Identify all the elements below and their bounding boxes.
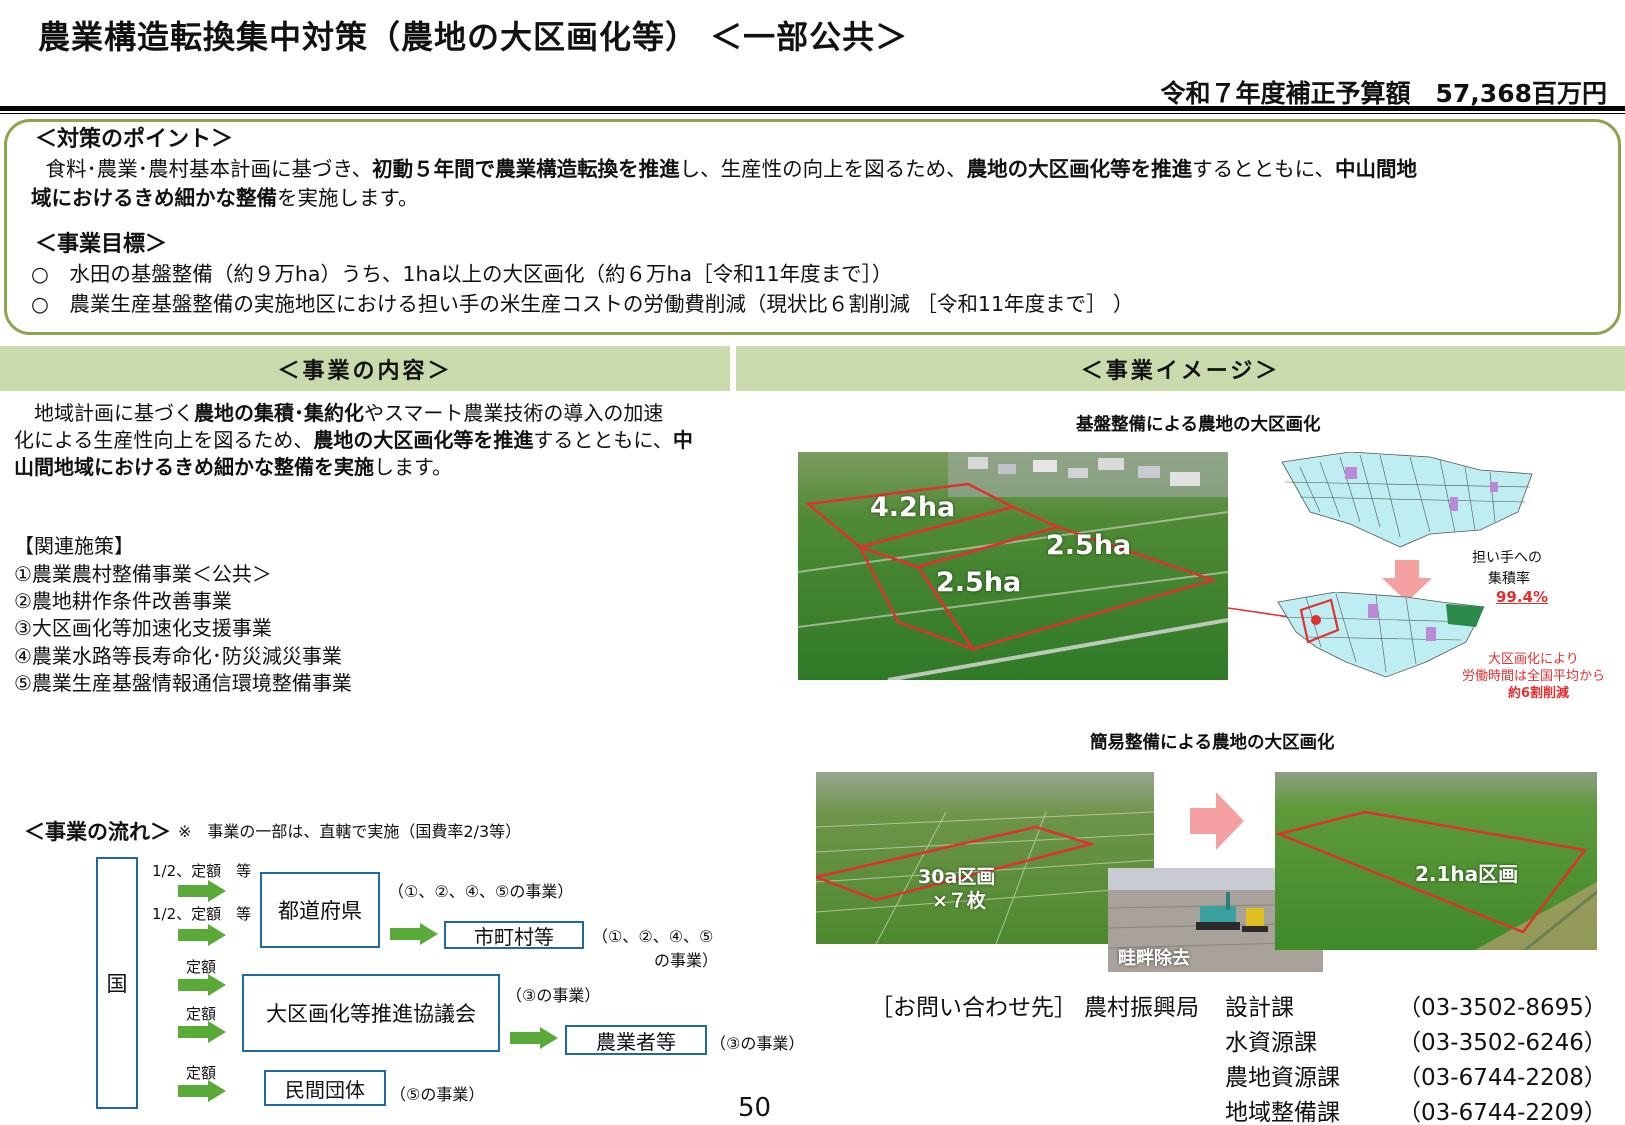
flow-municipality: 市町村等	[444, 921, 584, 949]
flow-farmers: 農業者等	[565, 1025, 707, 1055]
arrow-right-icon	[178, 974, 228, 996]
goal-item-1: ○ 水田の基盤整備（約９万ha）うち、1ha以上の大区画化（約６万ha［令和11…	[31, 262, 893, 286]
aerial-photo-after: 2.1ha区画	[1275, 772, 1597, 950]
text-run-bold: 中山間地	[1334, 157, 1417, 181]
field-label: 30a区画	[918, 866, 996, 888]
land-map-before-graphic	[1281, 452, 1533, 548]
contact-tel: （03-6744-2209）	[1398, 1100, 1607, 1125]
content-line-3: 山間地域におけるきめ細かな整備を実施します。	[14, 455, 452, 479]
text-run-bold: 農地の大区画化等を推進	[966, 157, 1193, 181]
field-label: 2.1ha区画	[1415, 862, 1519, 886]
text-run-bold: 農地の集積･集約化	[194, 401, 364, 425]
budget-amount: 令和７年度補正予算額 57,368百万円	[1160, 79, 1607, 108]
text-run-bold: 域におけるきめ細かな整備	[31, 186, 277, 210]
text-run: 化による生産性向上を図るため、	[14, 428, 314, 452]
related-item: ②農地耕作条件改善事業	[14, 589, 232, 613]
field-label: 2.5ha	[1046, 530, 1132, 561]
land-map-after-graphic	[1277, 592, 1485, 678]
flow-rate: 1/2、定額 等	[152, 905, 252, 923]
text-run: するとともに、	[533, 428, 673, 452]
contact-bureau: 農村振興局	[1084, 995, 1199, 1021]
points-line-2: 域におけるきめ細かな整備を実施します。	[31, 186, 418, 211]
related-item: ①農業農村整備事業＜公共＞	[14, 562, 272, 586]
field-label: 畦畔除去	[1118, 948, 1190, 969]
page-title: 農業構造転換集中対策（農地の大区画化等） ＜一部公共＞	[38, 18, 909, 56]
related-heading: 【関連施策】	[14, 534, 134, 558]
land-map-after	[1276, 592, 1486, 684]
contact-dept: 地域整備課	[1225, 1100, 1340, 1125]
contact-tel: （03-3502-6246）	[1398, 1030, 1607, 1056]
image-caption-1: 基盤整備による農地の大区画化	[1076, 415, 1321, 435]
text-run-bold: 山間地域におけるきめ細かな整備を実施	[14, 455, 374, 479]
content-line-2: 化による生産性向上を図るため、農地の大区画化等を推進するとともに、中	[14, 428, 693, 452]
land-map-before	[1280, 452, 1535, 552]
field-label: 4.2ha	[870, 492, 956, 523]
aerial-photo-before: 30a区画 ×７枚	[816, 772, 1154, 944]
flow-prefecture: 都道府県	[260, 872, 380, 948]
contact-dept: 農地資源課	[1225, 1065, 1340, 1091]
aerial-photo-before-graphic	[816, 772, 1154, 944]
text-run-bold: 初動５年間で農業構造転換を推進	[372, 157, 680, 181]
image-caption-2: 簡易整備による農地の大区画化	[1090, 733, 1335, 753]
arrow-right-icon	[390, 923, 440, 945]
header-rule-thin	[0, 113, 1625, 114]
flow-heading: ＜事業の流れ＞	[24, 820, 171, 844]
flow-private-note: （⑤の事業）	[390, 1085, 485, 1104]
concentration-label: 担い手への	[1472, 550, 1542, 566]
points-heading: ＜対策のポイント＞	[35, 127, 234, 152]
field-label: 2.5ha	[936, 567, 1022, 598]
goal-item-2: ○ 農業生産基盤整備の実施地区における担い手の米生産コストの労働費削減（現状比６…	[31, 292, 1134, 316]
flow-council-note: （③の事業）	[506, 986, 601, 1005]
concentration-value: 99.4%	[1496, 588, 1549, 606]
text-run: 食料･農業･農村基本計画に基づき、	[25, 157, 373, 181]
arrow-right-icon	[1190, 792, 1244, 850]
text-run-bold: 農地の大区画化等を推進	[313, 428, 534, 452]
text-run-bold: 中	[672, 428, 693, 452]
text-run: し、生産性の向上を図るため、	[679, 157, 967, 181]
contact-tel: （03-3502-8695）	[1398, 995, 1607, 1021]
header-rule	[0, 106, 1625, 111]
arrow-right-icon	[510, 1027, 560, 1049]
contact-tel: （03-6744-2208）	[1398, 1065, 1607, 1091]
image-section-title: ＜事業イメージ＞	[736, 346, 1625, 391]
text-run: 地域計画に基づく	[14, 401, 194, 425]
page-number: 50	[738, 1093, 772, 1123]
flow-note: ※ 事業の一部は、直轄で実施（国費率2/3等）	[178, 822, 522, 841]
flow-prefecture-note: （①、②、④、⑤の事業）	[388, 882, 574, 901]
contact-label: ［お問い合わせ先］	[870, 995, 1077, 1021]
arrow-right-icon	[178, 1021, 228, 1043]
content-section-title: ＜事業の内容＞	[0, 346, 730, 391]
arrow-right-icon	[178, 924, 228, 946]
text-run: します。	[374, 455, 452, 479]
contact-dept: 水資源課	[1225, 1030, 1317, 1056]
flow-municipality-note: （①、②、④、⑤	[592, 927, 714, 946]
contact-dept: 設計課	[1225, 995, 1294, 1021]
content-line-1: 地域計画に基づく農地の集積･集約化やスマート農業技術の導入の加速	[14, 401, 663, 425]
flow-farmers-note: （③の事業）	[710, 1034, 805, 1053]
text-run: を実施します。	[277, 186, 419, 210]
related-item: ⑤農業生産基盤情報通信環境整備事業	[14, 671, 352, 695]
arrow-right-icon	[178, 1080, 228, 1102]
text-run: するとともに、	[1192, 157, 1335, 181]
flow-rate: 1/2、定額 等	[152, 862, 252, 880]
arrow-right-icon	[178, 880, 228, 902]
field-label: ×７枚	[932, 890, 986, 912]
aerial-photo-large-fields-graphic	[798, 452, 1228, 680]
text-run: やスマート農業技術の導入の加速	[364, 401, 664, 425]
flow-council: 大区画化等推進協議会	[242, 974, 500, 1052]
flow-private: 民間団体	[264, 1070, 386, 1106]
related-item: ③大区画化等加速化支援事業	[14, 616, 272, 640]
points-line-1: 食料･農業･農村基本計画に基づき、初動５年間で農業構造転換を推進し、生産性の向上…	[25, 157, 1417, 182]
labor-note-3: 約6割削減	[1508, 686, 1570, 701]
aerial-photo-large-fields: 4.2ha 2.5ha 2.5ha	[798, 452, 1228, 680]
concentration-label-2: 集積率	[1488, 571, 1530, 587]
flow-municipality-note-2: の事業）	[654, 951, 719, 970]
goals-heading: ＜事業目標＞	[35, 232, 168, 257]
points-box: ＜対策のポイント＞ 食料･農業･農村基本計画に基づき、初動５年間で農業構造転換を…	[4, 119, 1621, 335]
related-item: ④農業水路等長寿命化･防災減災事業	[14, 644, 342, 668]
flow-country: 国	[96, 857, 138, 1109]
